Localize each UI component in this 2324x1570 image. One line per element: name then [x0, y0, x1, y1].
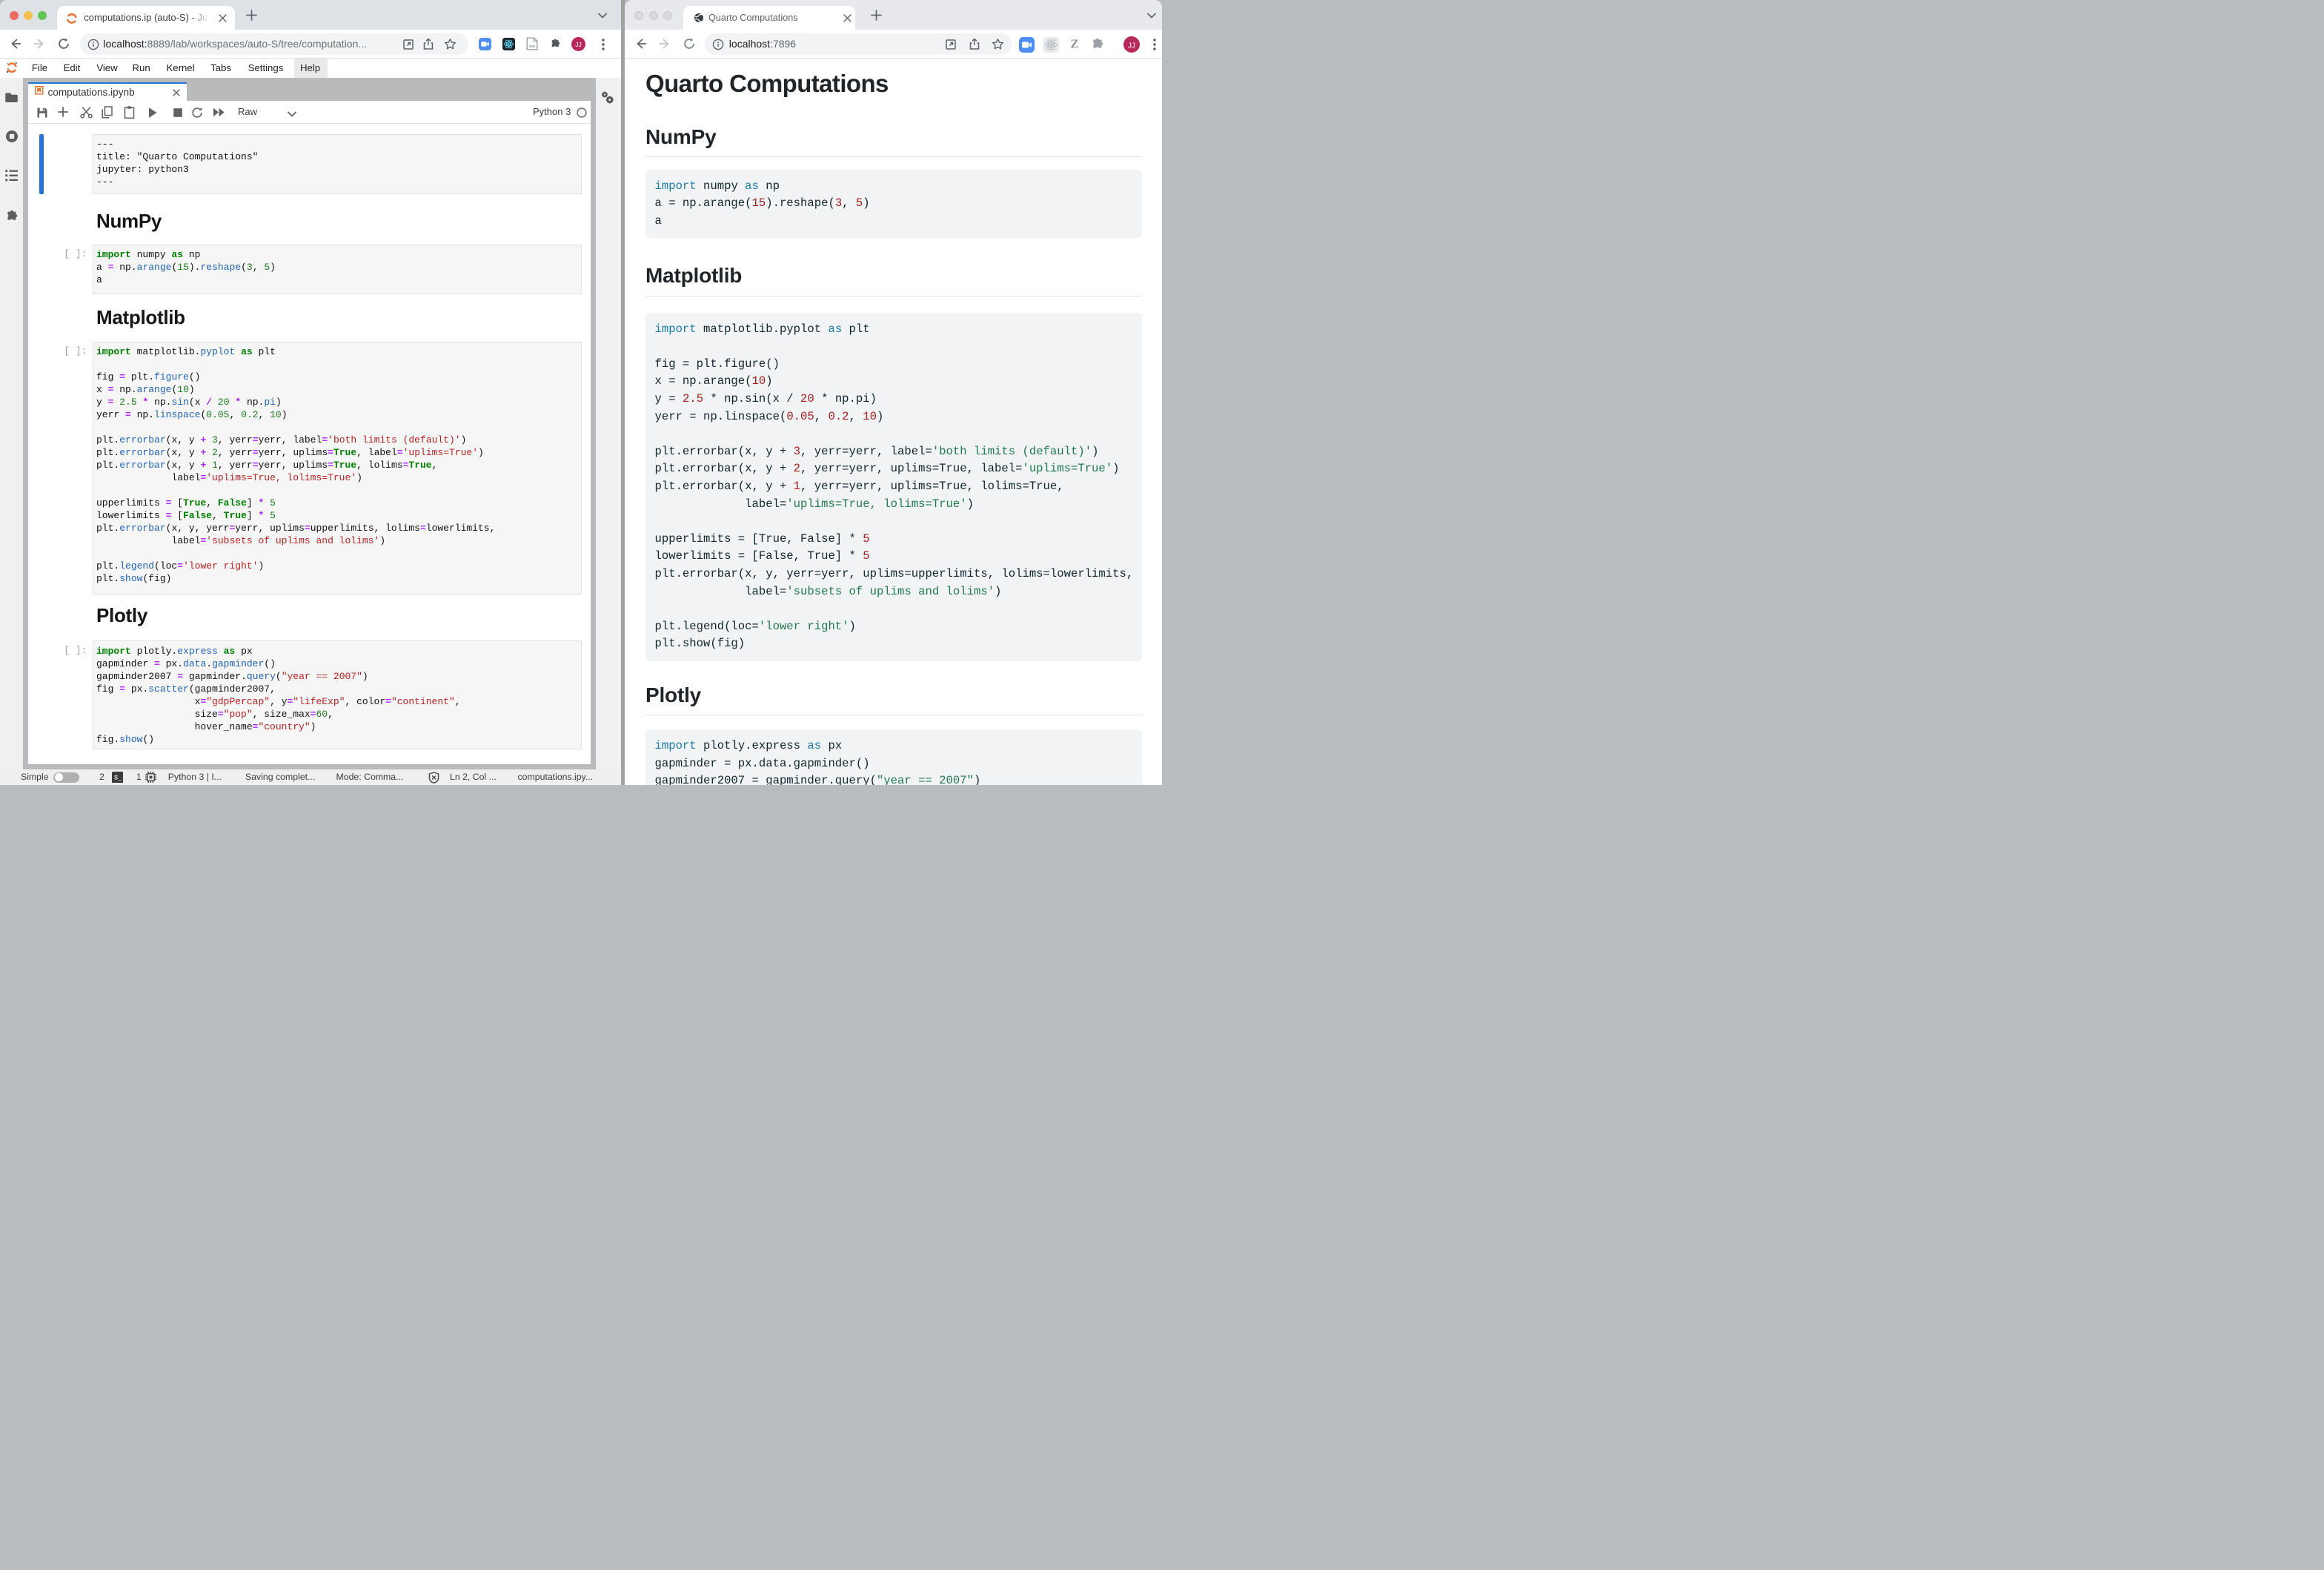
- svg-text:Z: Z: [1070, 37, 1078, 50]
- svg-text:JJ: JJ: [1128, 42, 1135, 50]
- svg-text:JJ: JJ: [575, 41, 582, 48]
- svg-text:$_: $_: [114, 774, 122, 781]
